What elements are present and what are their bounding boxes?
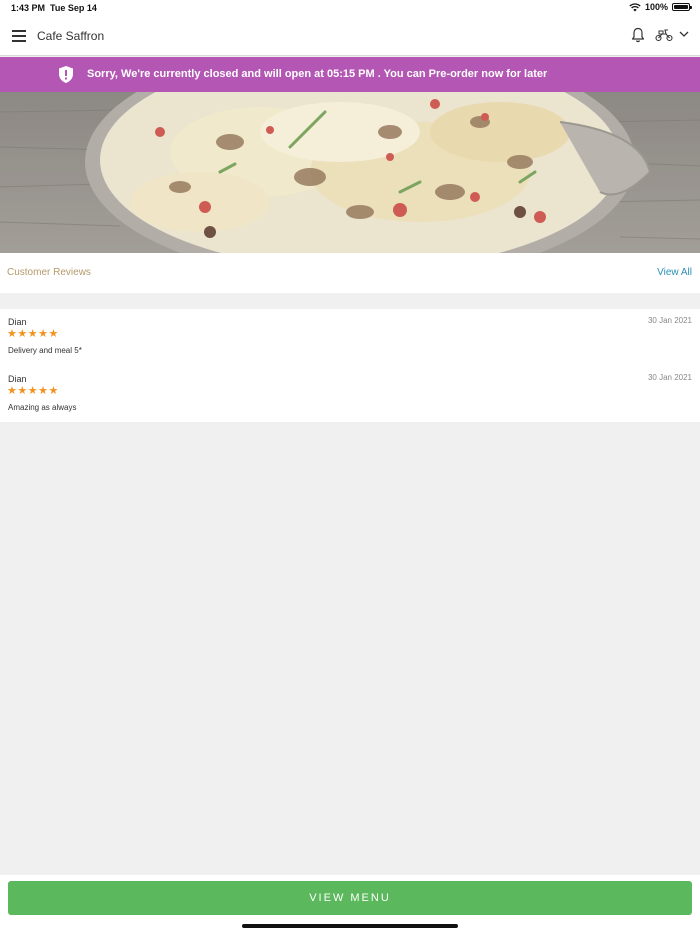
status-time: 1:43 PM — [11, 3, 46, 13]
reviewer-name: Dian — [8, 317, 27, 327]
status-date: Tue Sep 14 — [50, 3, 97, 13]
closed-message: Sorry, We're currently closed and will o… — [87, 68, 548, 80]
home-indicator[interactable] — [242, 924, 458, 928]
delivery-scooter-icon[interactable] — [655, 28, 673, 42]
review-date: 30 Jan 2021 — [647, 373, 692, 382]
review-item: Dian 30 Jan 2021 ★★★★★ Delivery and meal… — [0, 309, 700, 361]
star-rating: ★★★★★ — [7, 385, 59, 397]
review-text: Delivery and meal 5* — [8, 346, 82, 355]
reviews-list: Dian 30 Jan 2021 ★★★★★ Delivery and meal… — [0, 309, 700, 422]
review-date: 30 Jan 2021 — [647, 316, 692, 325]
status-right: 100% — [629, 2, 692, 12]
view-all-reviews-link[interactable]: View All — [657, 267, 692, 278]
closed-banner: Sorry, We're currently closed and will o… — [0, 57, 700, 92]
shield-alert-icon — [59, 66, 73, 83]
star-rating: ★★★★★ — [7, 328, 59, 340]
wifi-icon — [629, 2, 641, 11]
battery-icon — [672, 3, 692, 11]
view-menu-button[interactable]: VIEW MENU — [8, 881, 692, 915]
status-bar: 1:43 PM Tue Sep 14 100% — [0, 0, 700, 16]
hero-food-image — [0, 92, 700, 253]
reviews-header: Customer Reviews View All — [0, 253, 700, 293]
battery-percent: 100% — [644, 2, 668, 12]
hamburger-menu-icon[interactable] — [12, 30, 26, 42]
chevron-down-icon[interactable] — [679, 30, 689, 38]
app-header: Cafe Saffron — [0, 16, 700, 56]
reviewer-name: Dian — [8, 374, 27, 384]
restaurant-title: Cafe Saffron — [37, 29, 105, 43]
review-text: Amazing as always — [8, 403, 77, 412]
reviews-heading: Customer Reviews — [7, 267, 91, 278]
review-item: Dian 30 Jan 2021 ★★★★★ Amazing as always — [0, 366, 700, 418]
bell-icon[interactable] — [631, 27, 645, 43]
